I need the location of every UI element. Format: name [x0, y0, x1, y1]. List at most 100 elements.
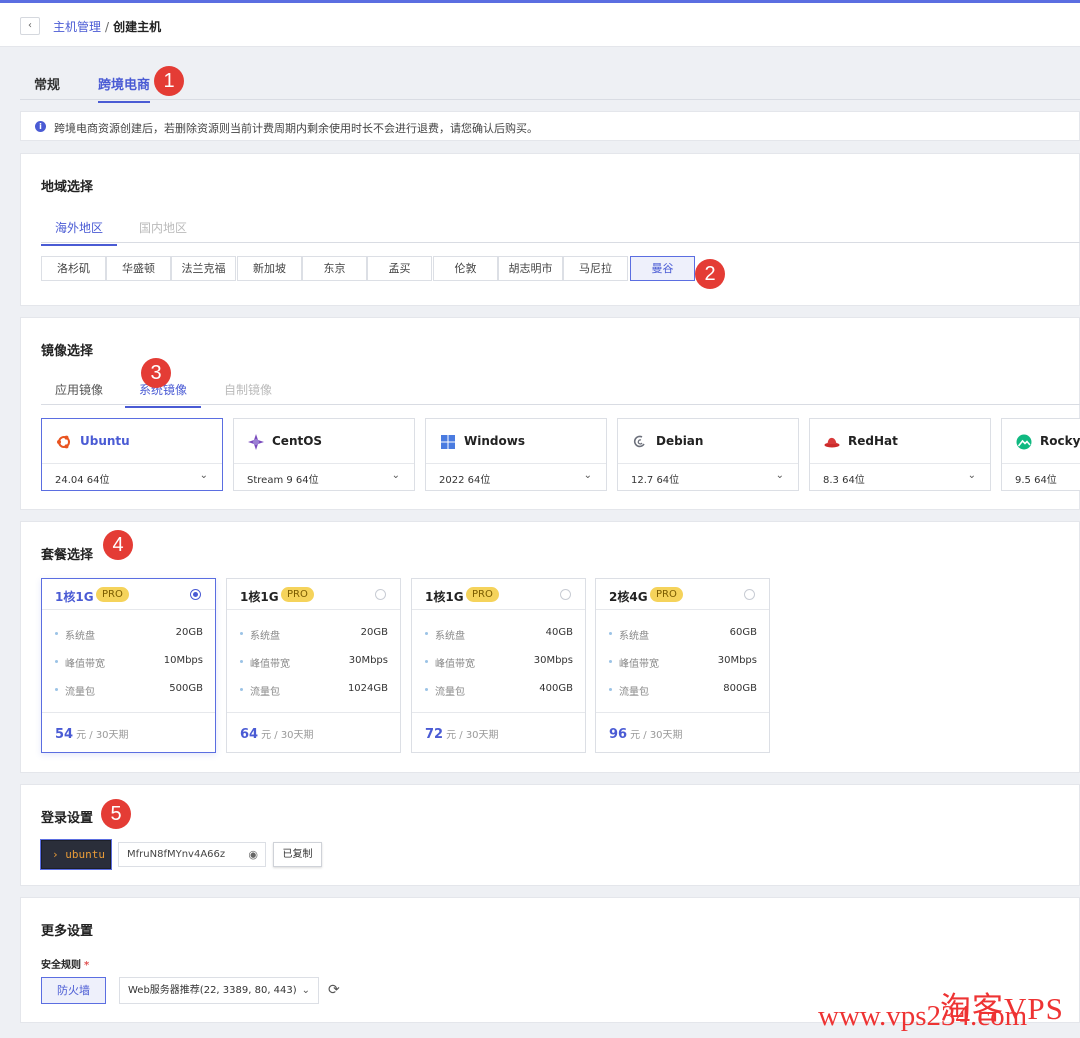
city-mumbai[interactable]: 孟买 — [367, 256, 432, 281]
image-section: 镜像选择 应用镜像 系统镜像 自制镜像 Ubuntu 24.04 64位 ⌄ C… — [20, 317, 1080, 510]
os-version-select[interactable]: 12.7 64位 — [631, 471, 679, 486]
image-title: 镜像选择 — [41, 344, 94, 359]
spec-disk: 系统盘 60GB — [609, 627, 757, 642]
chevron-down-icon[interactable]: ⌄ — [968, 470, 976, 481]
more-settings-title: 更多设置 — [41, 924, 94, 939]
os-version-select[interactable]: 2022 64位 — [439, 471, 490, 486]
region-title: 地域选择 — [41, 180, 94, 195]
breadcrumb-current: 创建主机 — [113, 20, 162, 34]
os-name: RedHat — [848, 434, 898, 448]
os-name: Rocky — [1040, 434, 1080, 448]
chevron-down-icon[interactable]: ⌄ — [302, 978, 310, 1003]
os-version-select[interactable]: 8.3 64位 — [823, 471, 865, 486]
tab-general[interactable]: 常规 — [34, 74, 60, 101]
notice-text: 跨境电商资源创建后，若删除资源则当前计费周期内剩余使用时长不会进行退费，请您确认… — [54, 122, 538, 135]
package-radio[interactable] — [375, 589, 386, 600]
package-card-2[interactable]: 1核1G PRO 系统盘 20GB 峰值带宽 30Mbps 流量包 1024GB 64… — [226, 578, 401, 753]
eye-icon[interactable]: ◉ — [248, 843, 258, 866]
os-card-redhat[interactable]: RedHat 8.3 64位 ⌄ — [809, 418, 991, 491]
password-value: MfruN8fMYnv4A66z — [127, 849, 226, 860]
city-frankfurt[interactable]: 法兰克福 — [171, 256, 236, 281]
os-card-header: CentOS — [234, 419, 414, 464]
username-button[interactable]: › ubuntu — [41, 840, 111, 869]
spec-bandwidth: 峰值带宽 10Mbps — [55, 655, 203, 670]
package-price: 64 元 / 30天期 — [240, 727, 314, 742]
city-london[interactable]: 伦敦 — [433, 256, 498, 281]
spec-traffic: 流量包 800GB — [609, 683, 757, 698]
copy-button[interactable]: 已复制 — [273, 842, 322, 867]
city-tokyo[interactable]: 东京 — [302, 256, 367, 281]
login-title: 登录设置 — [41, 811, 94, 826]
spec-disk: 系统盘 20GB — [240, 627, 388, 642]
package-name: 1核1G — [55, 590, 94, 604]
package-header: 2核4G PRO — [596, 579, 769, 610]
info-icon: i — [35, 121, 46, 132]
chevron-down-icon[interactable]: ⌄ — [200, 470, 208, 481]
debian-icon — [633, 435, 645, 448]
package-name: 1核1G — [240, 590, 279, 604]
os-version-select[interactable]: 9.5 64位 — [1015, 471, 1057, 486]
package-card-3[interactable]: 1核1G PRO 系统盘 40GB 峰值带宽 30Mbps 流量包 400GB 72 元… — [411, 578, 586, 753]
pro-badge: PRO — [650, 587, 683, 602]
os-card-rocky[interactable]: Rocky 9.5 64位 — [1001, 418, 1080, 491]
breadcrumb-parent-link[interactable]: 主机管理 — [53, 20, 101, 34]
package-name: 1核1G — [425, 590, 464, 604]
divider — [412, 712, 585, 713]
city-washington[interactable]: 华盛顿 — [106, 256, 171, 281]
os-card-header: RedHat — [810, 419, 990, 464]
password-field[interactable]: MfruN8fMYnv4A66z ◉ — [118, 842, 266, 867]
package-price: 96 元 / 30天期 — [609, 727, 683, 742]
firewall-button[interactable]: 防火墙 — [41, 977, 106, 1004]
pro-badge: PRO — [96, 587, 129, 602]
spec-disk: 系统盘 20GB — [55, 627, 203, 642]
os-card-centos[interactable]: CentOS Stream 9 64位 ⌄ — [233, 418, 415, 491]
back-button[interactable]: ‹ — [20, 17, 40, 35]
pro-badge: PRO — [466, 587, 499, 602]
tab-cross-border[interactable]: 跨境电商 — [98, 74, 151, 103]
package-title: 套餐选择 — [41, 548, 94, 563]
chevron-down-icon[interactable]: ⌄ — [392, 470, 400, 481]
image-tabs: 应用镜像 系统镜像 自制镜像 — [41, 377, 1080, 408]
os-version-select[interactable]: 24.04 64位 — [55, 471, 110, 486]
notice-banner: i 跨境电商资源创建后，若删除资源则当前计费周期内剩余使用时长不会进行退费，请您… — [20, 111, 1080, 141]
os-name: CentOS — [272, 434, 323, 448]
package-card-4[interactable]: 2核4G PRO 系统盘 60GB 峰值带宽 30Mbps 流量包 800GB 96 元… — [595, 578, 770, 753]
ubuntu-icon — [57, 435, 70, 449]
divider — [227, 712, 400, 713]
tab-app-image[interactable]: 应用镜像 — [41, 381, 117, 406]
package-card-1[interactable]: 1核1G PRO 系统盘 20GB 峰值带宽 10Mbps 流量包 500GB 54 元… — [41, 578, 216, 753]
login-section: 登录设置 › ubuntu MfruN8fMYnv4A66z ◉ 已复制 — [20, 784, 1080, 886]
chevron-down-icon[interactable]: ⌄ — [584, 470, 592, 481]
tab-domestic[interactable]: 国内地区 — [125, 219, 201, 244]
os-card-header: Rocky — [1002, 419, 1080, 464]
city-singapore[interactable]: 新加坡 — [237, 256, 302, 281]
spec-bandwidth: 峰值带宽 30Mbps — [240, 655, 388, 670]
tab-overseas[interactable]: 海外地区 — [41, 219, 118, 246]
package-price: 72 元 / 30天期 — [425, 727, 499, 742]
refresh-icon[interactable]: ⟳ — [328, 982, 340, 998]
city-los-angeles[interactable]: 洛杉矶 — [41, 256, 106, 281]
city-bangkok[interactable]: 曼谷 — [630, 256, 695, 281]
breadcrumb-separator: / — [105, 20, 110, 34]
annotation-badge-2: 2 — [695, 259, 725, 289]
divider — [596, 712, 769, 713]
security-rule-select[interactable]: Web服务器推荐(22, 3389, 80, 443) ⌄ — [119, 977, 319, 1004]
os-card-ubuntu[interactable]: Ubuntu 24.04 64位 ⌄ — [41, 418, 223, 491]
city-ho-chi-minh[interactable]: 胡志明市 — [498, 256, 563, 281]
os-card-debian[interactable]: Debian 12.7 64位 ⌄ — [617, 418, 799, 491]
city-manila[interactable]: 马尼拉 — [563, 256, 628, 281]
region-section: 地域选择 海外地区 国内地区 洛杉矶 华盛顿 法兰克福 新加坡 东京 孟买 伦敦… — [20, 153, 1080, 306]
chevron-down-icon[interactable]: ⌄ — [776, 470, 784, 481]
tab-custom-image[interactable]: 自制镜像 — [210, 381, 286, 406]
package-radio[interactable] — [744, 589, 755, 600]
rocky-icon — [1016, 434, 1032, 450]
os-name: Debian — [656, 434, 704, 448]
os-version-select[interactable]: Stream 9 64位 — [247, 471, 319, 486]
package-radio[interactable] — [190, 589, 201, 600]
security-rule-label: 安全规则 * — [41, 960, 90, 971]
os-name: Windows — [464, 434, 525, 448]
os-card-header: Debian — [618, 419, 798, 464]
package-radio[interactable] — [560, 589, 571, 600]
os-card-windows[interactable]: Windows 2022 64位 ⌄ — [425, 418, 607, 491]
package-header: 1核1G PRO — [42, 579, 215, 610]
